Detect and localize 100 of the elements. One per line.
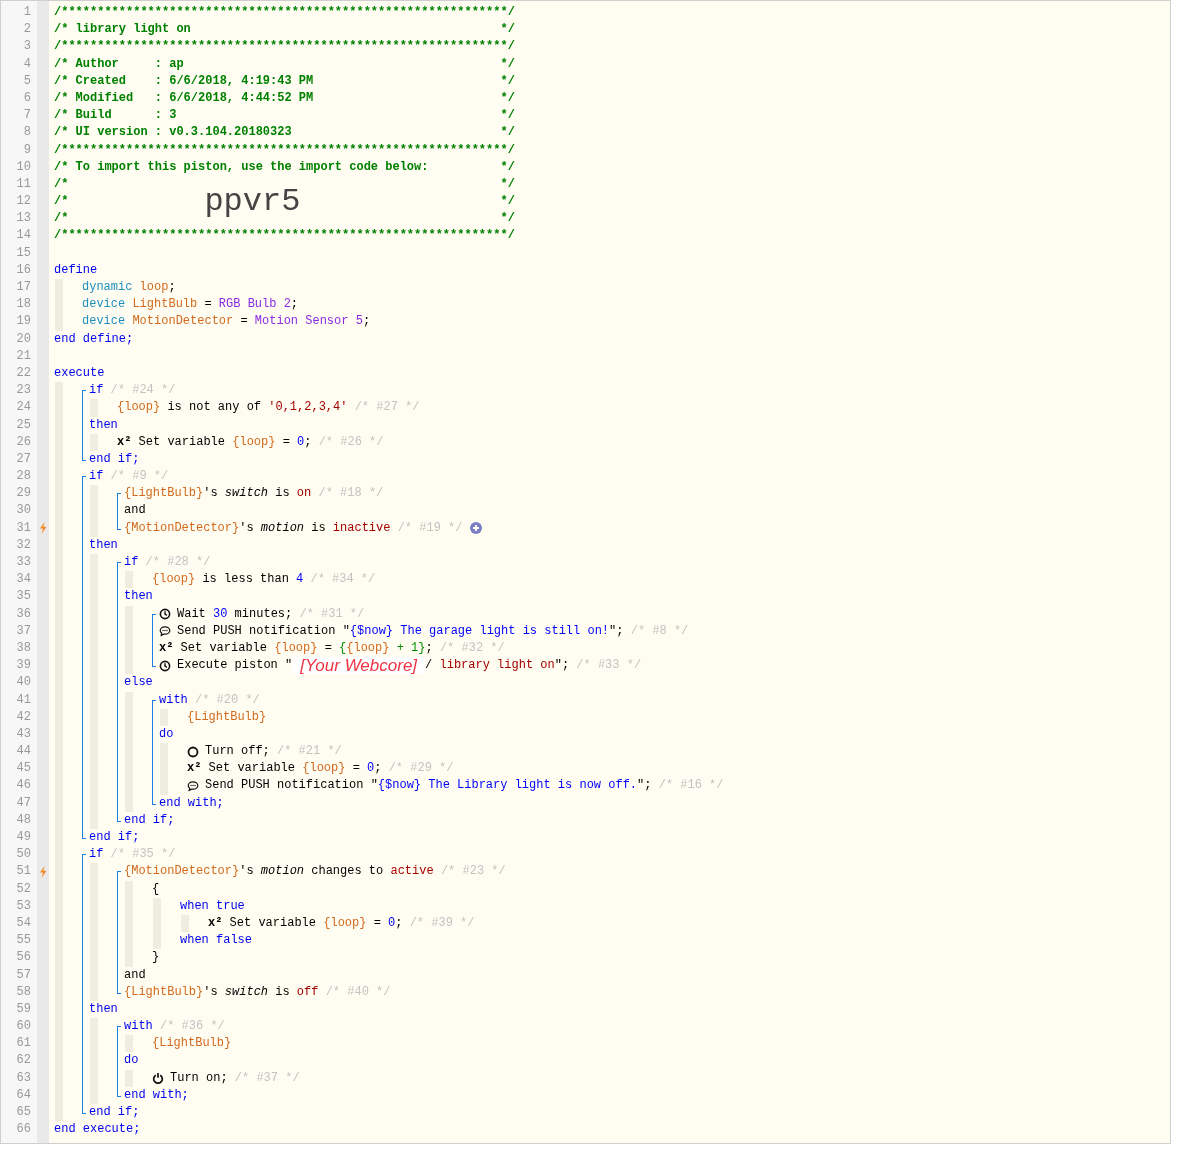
code-text: { (152, 880, 160, 898)
line-number: 3 (22, 38, 32, 56)
line-number: 23 (15, 382, 32, 400)
attribute-name: switch (224, 983, 269, 1001)
line-number: 38 (15, 639, 32, 657)
code-text: Send PUSH notification " (205, 777, 378, 795)
comment: /* #33 */ (575, 657, 642, 675)
code-text: = (351, 760, 361, 778)
line-number: 11 (15, 175, 32, 193)
line-number: 40 (15, 674, 32, 692)
keyword: if (89, 468, 104, 486)
keyword: then (89, 416, 118, 434)
comment: /* #20 */ (194, 691, 260, 709)
block-bracket (117, 1026, 121, 1097)
add-icon[interactable] (470, 522, 483, 535)
line-number: 65 (15, 1104, 32, 1121)
line-number: 36 (15, 605, 32, 623)
block-bracket (117, 493, 121, 530)
expression-text: { (339, 639, 347, 657)
code-text: "; (637, 777, 652, 795)
line-number: 51 (15, 863, 32, 881)
keyword: end with; (124, 1086, 189, 1104)
keyword: then (89, 536, 118, 554)
header-comment: */ (500, 193, 515, 211)
line-number: 6 (22, 89, 32, 107)
header-comment: */ (500, 72, 515, 90)
header-comment: /* Created : 6/6/2018, 4:19:43 PM (54, 72, 314, 90)
variable-name: {loop} (302, 760, 346, 778)
declaration-type: dynamic (82, 279, 133, 296)
line-number: 1 (22, 4, 32, 21)
line-number: 34 (15, 571, 32, 589)
value-text: inactive (332, 519, 391, 537)
code-text: / (425, 657, 433, 675)
header-comment: /* UI version : v0.3.104.20180323 (54, 124, 292, 142)
code-text: Send PUSH notification " (177, 622, 350, 640)
keyword: define (54, 261, 98, 279)
line-number: 5 (22, 72, 32, 90)
header-comment: */ (500, 55, 515, 73)
value-text: off (296, 983, 319, 1001)
line-number: 12 (15, 193, 32, 211)
keyword: if (124, 554, 139, 571)
header-comment: */ (500, 21, 515, 39)
comment: /* #36 */ (159, 1018, 225, 1036)
line-number: 43 (15, 725, 32, 743)
variable-name: {loop} (274, 639, 318, 657)
comment: /* #16 */ (657, 777, 724, 795)
header-comment: */ (500, 107, 515, 125)
number-value: 30 (213, 605, 228, 623)
line-number: 16 (15, 261, 32, 279)
keyword: with (159, 691, 188, 709)
code-text: is (274, 983, 291, 1001)
line-number: 24 (15, 399, 32, 417)
keyword: end with; (159, 794, 224, 812)
header-comment: /* (54, 210, 69, 228)
code-text: ; (425, 639, 433, 657)
variable-name: MotionDetector (131, 313, 234, 331)
line-number: 26 (15, 433, 32, 451)
keyword: then (124, 588, 153, 606)
line-number: 54 (15, 914, 32, 932)
clock-icon (159, 608, 171, 621)
line-number: 8 (22, 124, 32, 142)
code-text: changes to (310, 863, 385, 881)
code-text: = (239, 313, 249, 331)
line-number: 50 (15, 846, 32, 864)
variable-name: {loop} (346, 639, 390, 657)
variable-name: {loop} (152, 571, 196, 589)
line-number: 33 (15, 554, 32, 571)
circle-icon (187, 745, 199, 758)
header-comment: */ (500, 158, 515, 176)
line-number: 46 (15, 777, 32, 795)
keyword: end if; (124, 811, 175, 829)
comment: /* #19 */ (396, 519, 463, 537)
header-comment: */ (500, 175, 515, 193)
line-number: 27 (15, 450, 32, 468)
code-text: Set variable (207, 760, 297, 778)
line-number: 41 (15, 691, 32, 709)
keyword: end execute; (54, 1121, 141, 1139)
comment: /* #35 */ (109, 846, 176, 864)
line-number: 15 (15, 244, 32, 262)
variable-name: {MotionDetector} (124, 519, 240, 537)
import-code: ppvr5 (204, 184, 302, 219)
code-text: "; (554, 657, 570, 675)
comment: /* #27 */ (353, 399, 420, 417)
comment: /* #31 */ (298, 605, 365, 623)
keyword: else (124, 674, 153, 692)
line-number: 29 (15, 485, 32, 503)
line-number: 66 (15, 1121, 32, 1139)
keyword: end if; (89, 829, 140, 846)
number-value: 0 (297, 433, 305, 451)
header-comment: /* Build : 3 (54, 107, 177, 125)
line-number: 9 (22, 141, 32, 159)
number-value: 0 (388, 914, 396, 932)
line-number: 2 (22, 21, 32, 39)
code-text: Set variable (228, 914, 318, 932)
keyword: then (89, 1000, 118, 1018)
line-number: 45 (15, 760, 32, 778)
keyword: do (124, 1052, 139, 1070)
comment: /* #23 */ (439, 863, 506, 881)
comment: /* #32 */ (438, 639, 505, 657)
number-value: 4 (296, 571, 304, 589)
